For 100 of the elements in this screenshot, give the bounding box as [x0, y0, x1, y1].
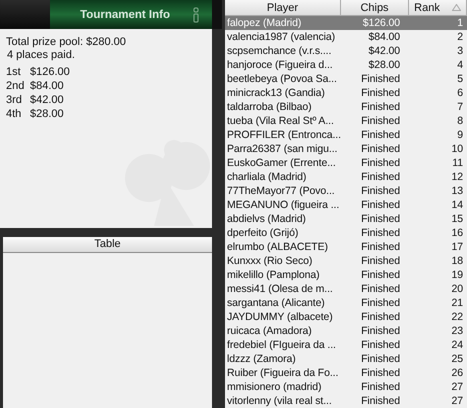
player-name: taldarroba (Bilbao): [226, 100, 312, 114]
rank-cell-text: 4: [456, 58, 464, 72]
chips-cell-text: Finished: [360, 114, 401, 128]
payout-amount: $28.00: [30, 107, 64, 121]
chips-cell-text: $28.00: [367, 58, 401, 72]
rank-cell-text: 24: [450, 338, 464, 352]
rank-cell-text: 15: [450, 212, 464, 226]
rank-cell-text: 20: [450, 282, 464, 296]
player-row[interactable]: tueba (Vila Real Stº A... Finished 8: [225, 114, 467, 128]
column-header[interactable]: Chips: [341, 0, 409, 15]
chips-cell-text: Finished: [360, 394, 401, 408]
chips-cell-text: Finished: [360, 156, 401, 170]
player-name: vitorlenny (vila real st...: [226, 394, 333, 408]
player-name: messi41 (Olesa de m...: [226, 282, 334, 296]
places-paid-text: 4 places paid.: [6, 49, 76, 62]
chips-cell-text: Finished: [360, 86, 401, 100]
player-row[interactable]: ldzzz (Zamora) Finished 25: [225, 352, 467, 366]
player-row[interactable]: Parra26387 (san migu... Finished 10: [225, 142, 467, 156]
rank-cell-text: 26: [450, 366, 464, 380]
player-name: scpsemchance (v.r.s....: [226, 44, 332, 58]
player-row[interactable]: 77TheMayor77 (Povo... Finished 13: [225, 184, 467, 198]
chips-cell-text: Finished: [360, 380, 401, 394]
player-row[interactable]: hanjoroce (Figueira d... $28.00 4: [225, 58, 467, 72]
rank-cell-text: 1: [456, 16, 464, 30]
player-name: charliala (Madrid): [226, 170, 308, 184]
player-row[interactable]: falopez (Madrid) $126.00 1: [225, 16, 467, 30]
player-row[interactable]: vitorlenny (vila real st... Finished 27: [225, 394, 467, 408]
rank-cell-text: 9: [456, 128, 464, 142]
chips-cell-text: Finished: [360, 296, 401, 310]
player-name: beetlebeya (Povoa Sa...: [226, 72, 338, 86]
chips-cell-text: $126.00: [362, 16, 401, 30]
chips-cell-text: Finished: [360, 100, 401, 114]
player-name: elrumbo (ALBACETE): [226, 240, 329, 254]
player-row[interactable]: charliala (Madrid) Finished 12: [225, 170, 467, 184]
column-header[interactable]: Rank: [409, 0, 467, 15]
chips-cell-text: Finished: [360, 268, 401, 282]
info-icon: [192, 6, 200, 22]
player-row[interactable]: scpsemchance (v.r.s.... $42.00 3: [225, 44, 467, 58]
player-name: JAYDUMMY (albacete): [226, 310, 334, 324]
player-row[interactable]: sargantana (Alicante) Finished 21: [225, 296, 467, 310]
chips-cell-text: Finished: [360, 240, 401, 254]
rank-cell-text: 27: [450, 394, 464, 408]
player-name: falopez (Madrid): [226, 16, 302, 30]
player-row[interactable]: Ruiber (Figueira da Fo... Finished 26: [225, 366, 467, 380]
place-label: 3rd: [6, 93, 23, 107]
player-row[interactable]: MEGANUNO (figueira ... Finished 14: [225, 198, 467, 212]
player-row[interactable]: mmisionero (madrid) Finished 27: [225, 380, 467, 394]
chips-cell-text: Finished: [360, 310, 401, 324]
player-row[interactable]: abdielvs (Madrid) Finished 15: [225, 212, 467, 226]
player-name: minicrack13 (Gandia): [226, 86, 326, 100]
player-name: 77TheMayor77 (Povo...: [226, 184, 336, 198]
rank-cell-text: 18: [450, 254, 464, 268]
chips-cell-text: Finished: [360, 170, 401, 184]
player-row[interactable]: beetlebeya (Povoa Sa... Finished 5: [225, 72, 467, 86]
rank-cell-text: 2: [456, 30, 464, 44]
player-row[interactable]: JAYDUMMY (albacete) Finished 22: [225, 310, 467, 324]
player-name: EuskoGamer (Errente...: [226, 156, 337, 170]
player-name: ruicaca (Amadora): [226, 324, 313, 338]
column-header[interactable]: Player: [225, 0, 341, 15]
player-name: MEGANUNO (figueira ...: [226, 198, 340, 212]
place-label: 2nd: [6, 79, 26, 93]
rank-cell-text: 25: [450, 352, 464, 366]
player-row[interactable]: messi41 (Olesa de m... Finished 20: [225, 282, 467, 296]
rank-cell-text: 14: [450, 198, 464, 212]
player-name: tueba (Vila Real Stº A...: [226, 114, 335, 128]
rank-cell-text: 5: [456, 72, 464, 86]
player-name: mmisionero (madrid): [226, 380, 322, 394]
player-row[interactable]: dperfeito (Grijó) Finished 16: [225, 226, 467, 240]
rank-cell-text: 21: [450, 296, 464, 310]
chips-cell-text: Finished: [360, 72, 401, 86]
rank-cell-text: 6: [456, 86, 464, 100]
rank-cell-text: 12: [450, 170, 464, 184]
rank-cell-text: 17: [450, 240, 464, 254]
player-name: PROFFILER (Entronca...: [226, 128, 342, 142]
chips-cell-text: $84.00: [367, 30, 401, 44]
rank-cell-text: 23: [450, 324, 464, 338]
player-row[interactable]: elrumbo (ALBACETE) Finished 17: [225, 240, 467, 254]
player-row[interactable]: valencia1987 (valencia) $84.00 2: [225, 30, 467, 44]
player-row[interactable]: minicrack13 (Gandia) Finished 6: [225, 86, 467, 100]
player-row[interactable]: taldarroba (Bilbao) Finished 7: [225, 100, 467, 114]
player-row[interactable]: EuskoGamer (Errente... Finished 11: [225, 156, 467, 170]
chips-cell-text: Finished: [360, 282, 401, 296]
rank-cell-text: 8: [456, 114, 464, 128]
rank-cell-text: 22: [450, 310, 464, 324]
tournament-info-tab[interactable]: Tournament Info: [50, 0, 212, 29]
chips-cell-text: Finished: [360, 184, 401, 198]
player-name: Ruiber (Figueira da Fo...: [226, 366, 340, 380]
chips-cell-text: Finished: [360, 338, 401, 352]
payout-amount: $126.00: [30, 65, 70, 79]
player-row[interactable]: ruicaca (Amadora) Finished 23: [225, 324, 467, 338]
player-row[interactable]: mikelillo (Pamplona) Finished 19: [225, 268, 467, 282]
rank-cell-text: 7: [456, 100, 464, 114]
place-label: 1st: [6, 65, 22, 79]
rank-cell-text: 11: [451, 156, 464, 170]
player-name: mikelillo (Pamplona): [226, 268, 321, 282]
player-row[interactable]: Kunxxx (Rio Seco) Finished 18: [225, 254, 467, 268]
player-row[interactable]: PROFFILER (Entronca... Finished 9: [225, 128, 467, 142]
rank-cell-text: 13: [450, 184, 464, 198]
player-name: hanjoroce (Figueira d...: [226, 58, 334, 72]
player-row[interactable]: fredebiel (FIgueira da ... Finished 24: [225, 338, 467, 352]
